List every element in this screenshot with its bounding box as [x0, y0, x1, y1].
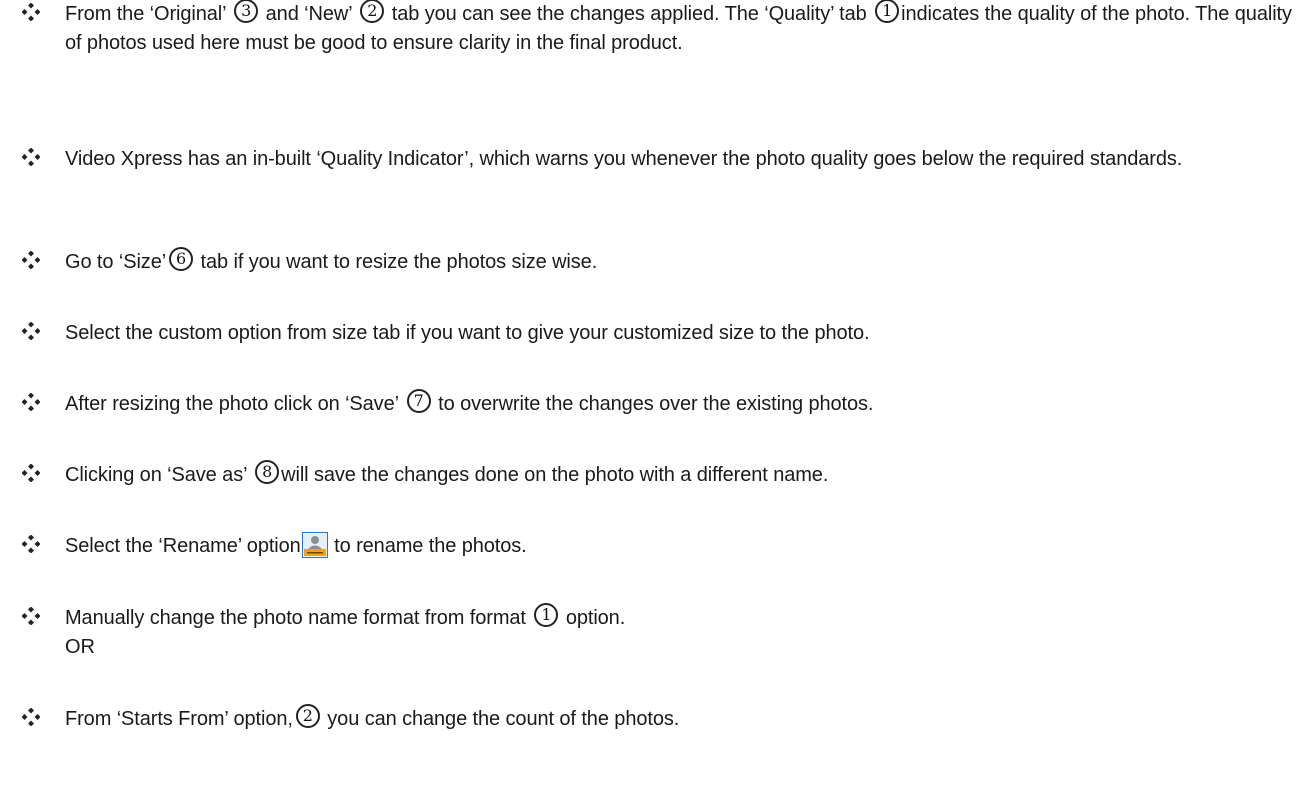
bullet-text-format: Manually change the photo name format fr…	[65, 603, 1295, 662]
diamond-bullet-icon	[22, 708, 40, 726]
text-run: Select the custom option from size tab i…	[65, 322, 870, 344]
bullet-text-save-as: Clicking on ‘Save as’ 8 will save the cha…	[65, 460, 1295, 490]
text-run: option.	[560, 607, 626, 629]
text-run: Manually change the photo name format fr…	[65, 607, 532, 629]
circled-number-7-icon: 7	[406, 389, 431, 413]
text-run: Clicking on ‘Save as’	[65, 464, 253, 486]
bullet-text-custom-size: Select the custom option from size tab i…	[65, 319, 1295, 348]
diamond-bullet-icon	[22, 393, 40, 411]
text-run: From ‘Starts From’ option,	[65, 708, 293, 730]
bullet-text-rename: Select the ‘Rename’ option to rename the…	[65, 532, 1295, 561]
text-run: Select the ‘Rename’ option	[65, 535, 301, 557]
bullet-text-starts-from: From ‘Starts From’ option, 2 you can chan…	[65, 704, 1295, 734]
rename-icon	[301, 532, 328, 558]
circled-number-2-icon: 2	[360, 0, 385, 23]
bullet-text-save: After resizing the photo click on ‘Save’…	[65, 389, 1295, 419]
text-run: tab you can see the changes applied. The…	[386, 3, 873, 25]
text-run: OR	[65, 636, 95, 658]
diamond-bullet-icon	[22, 535, 40, 553]
text-run: will save the changes done on the photo …	[281, 464, 829, 486]
circled-number-1-icon: 1	[875, 0, 900, 23]
circled-number-1-icon: 1	[534, 603, 559, 627]
diamond-bullet-icon	[22, 464, 40, 482]
diamond-bullet-icon	[22, 607, 40, 625]
document-page: From the ‘Original’ 3 and ‘New’ 2 tab yo…	[0, 0, 1308, 805]
diamond-bullet-icon	[22, 251, 40, 269]
text-run: From the ‘Original’	[65, 3, 232, 25]
circled-number-8-icon: 8	[255, 460, 280, 484]
bullet-text-quality-indicator: Video Xpress has an in-built ‘Quality In…	[65, 145, 1295, 174]
text-run: Go to ‘Size’	[65, 251, 167, 273]
diamond-bullet-icon	[22, 148, 40, 166]
diamond-bullet-icon	[22, 322, 40, 340]
text-run: After resizing the photo click on ‘Save’	[65, 393, 404, 415]
text-run: and ‘New’	[260, 3, 358, 25]
circled-number-2-icon: 2	[295, 704, 320, 728]
bullet-text-size-tab: Go to ‘Size’ 6 tab if you want to resize …	[65, 247, 1295, 277]
diamond-bullet-icon	[22, 3, 40, 21]
bullet-text-tabs: From the ‘Original’ 3 and ‘New’ 2 tab yo…	[65, 0, 1295, 58]
text-run: to rename the photos.	[328, 535, 527, 557]
text-run: tab if you want to resize the photos siz…	[195, 251, 598, 273]
circled-number-6-icon: 6	[169, 247, 194, 271]
circled-number-3-icon: 3	[234, 0, 259, 23]
text-run: you can change the count of the photos.	[321, 708, 680, 730]
text-run: Video Xpress has an in-built ‘Quality In…	[65, 148, 1183, 170]
text-run: to overwrite the changes over the existi…	[432, 393, 874, 415]
